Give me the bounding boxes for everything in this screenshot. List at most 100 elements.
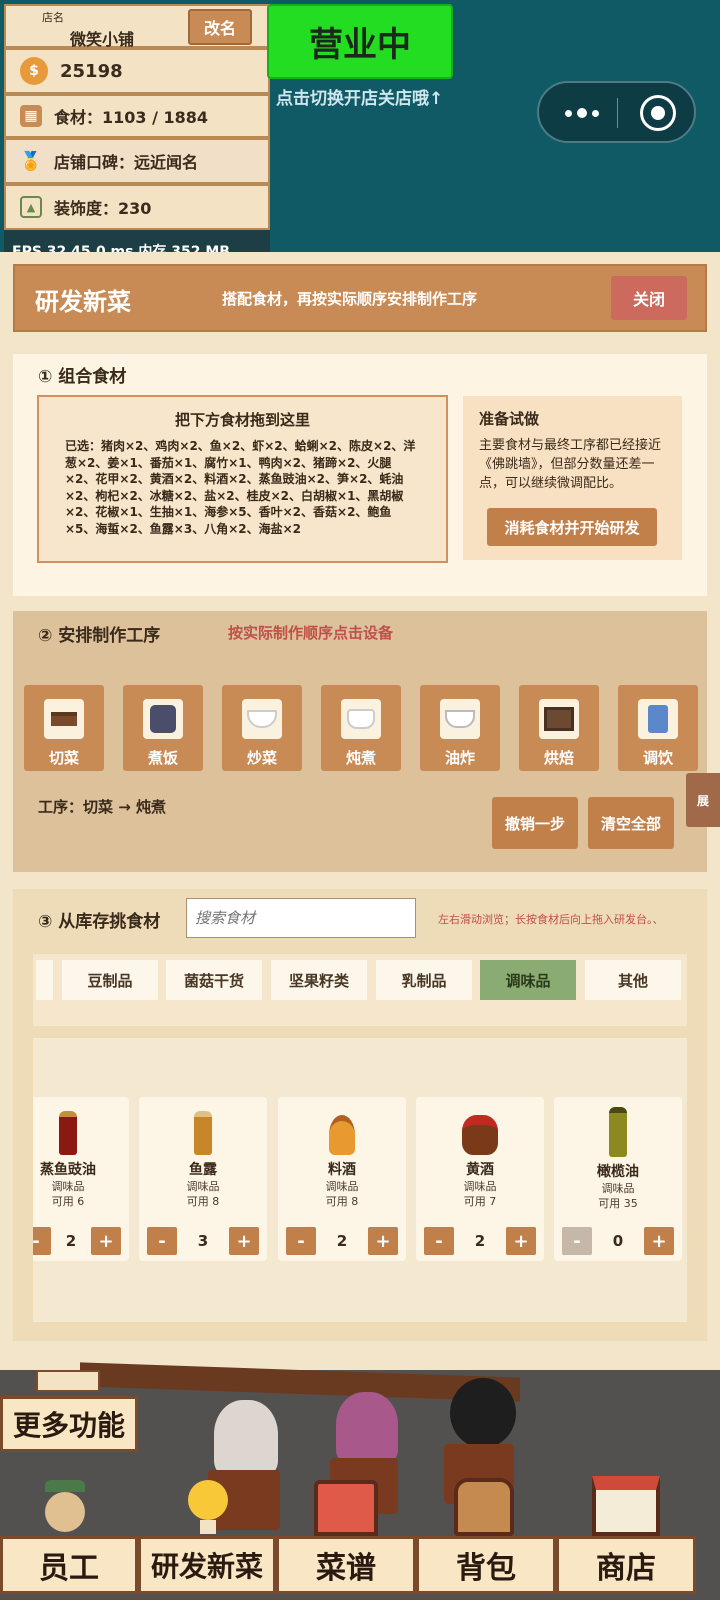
dialog-subtitle: 搭配食材，再按实际顺序安排制作工序: [222, 290, 478, 308]
nav-research[interactable]: 研发新菜: [138, 1536, 276, 1594]
quantity-value: 2: [65, 1232, 77, 1250]
ingredient-card-cooking-wine[interactable]: 料酒 调味品 可用 8 - 2 +: [278, 1097, 406, 1261]
picture-icon: ▲: [20, 196, 42, 218]
stew-pot-icon: [341, 699, 381, 739]
category-tab-dairy[interactable]: 乳制品: [376, 960, 472, 1000]
equipment-fry[interactable]: 油炸: [420, 685, 500, 771]
olive-oil-bottle-icon: [609, 1107, 627, 1157]
coins-value: 25198: [60, 60, 123, 82]
clear-all-button[interactable]: 清空全部: [588, 797, 674, 849]
category-tab-nuts[interactable]: 坚果籽类: [271, 960, 367, 1000]
equipment-label: 炒菜: [246, 749, 277, 767]
section3-heading: ③ 从库存挑食材: [38, 912, 161, 932]
basket-icon: ▦: [20, 105, 42, 127]
ingredient-card-fish-sauce[interactable]: 鱼露 调味品 可用 8 - 3 +: [139, 1097, 267, 1261]
equipment-bake[interactable]: 烘焙: [519, 685, 599, 771]
capsule-divider: [617, 98, 618, 128]
more-features-label: 更多功能: [12, 1409, 125, 1442]
minus-button[interactable]: -: [33, 1227, 51, 1255]
rename-button[interactable]: 改名: [188, 9, 252, 45]
category-tab-mushroom[interactable]: 菌菇干货: [166, 960, 262, 1000]
equipment-wok[interactable]: 炒菜: [222, 685, 302, 771]
section2-hint: 按实际制作顺序点击设备: [228, 624, 394, 642]
quantity-value: 0: [612, 1232, 624, 1250]
nav-backpack[interactable]: 背包: [416, 1536, 556, 1594]
scene-customer-1: [214, 1400, 278, 1476]
shop-icon: [592, 1476, 660, 1536]
search-input[interactable]: [186, 898, 416, 938]
category-tab-partial[interactable]: [36, 960, 53, 1000]
minus-button[interactable]: -: [147, 1227, 177, 1255]
coin-icon: $: [20, 57, 48, 85]
plus-button[interactable]: +: [91, 1227, 121, 1255]
scene-customer-2: [336, 1392, 398, 1464]
oven-icon: [539, 699, 579, 739]
ready-text: 主要食材与最终工序都已经接近《佛跳墙》，但部分数量还差一点，可以继续微调配比。: [479, 438, 662, 491]
ingredient-name: 鱼露: [189, 1162, 217, 1178]
equipment-label: 切菜: [48, 749, 79, 767]
backpack-icon: [454, 1478, 514, 1536]
ingredient-card-yellow-wine[interactable]: 黄酒 调味品 可用 7 - 2 +: [416, 1097, 544, 1261]
reputation-row: 🏅 店铺口碑：远近闻名: [4, 138, 270, 184]
ingredient-type: 调味品: [325, 1180, 359, 1193]
ready-panel: 准备试做 主要食材与最终工序都已经接近《佛跳墙》，但部分数量还差一点，可以继续微…: [463, 396, 682, 560]
lightbulb-icon: [186, 1480, 230, 1536]
ingredient-card-olive-oil[interactable]: 橄榄油 调味品 可用 35 - 0 +: [554, 1097, 682, 1261]
quantity-value: 2: [336, 1232, 348, 1250]
open-status-label: 营业中: [309, 25, 411, 65]
close-button[interactable]: 关闭: [611, 276, 687, 320]
fryer-icon: [440, 699, 480, 739]
ingredient-type: 调味品: [51, 1180, 85, 1193]
section1-heading: ① 组合食材: [38, 367, 127, 387]
equipment-stew[interactable]: 炖煮: [321, 685, 401, 771]
wine-jar-icon: [462, 1115, 498, 1155]
medal-icon: 🏅: [19, 150, 43, 172]
quantity-value: 3: [197, 1232, 209, 1250]
drink-machine-icon: [638, 699, 678, 739]
target-icon[interactable]: [640, 95, 676, 131]
ingredient-scroll-area[interactable]: 蒸鱼豉油 调味品 可用 6 - 2 + 鱼露 调味品 可用 8 - 3 + 料酒…: [33, 1038, 687, 1322]
start-research-button[interactable]: 消耗食材并开始研发: [487, 508, 657, 546]
equipment-rice[interactable]: 煮饭: [123, 685, 203, 771]
undo-button[interactable]: 撤销一步: [492, 797, 578, 849]
more-icon[interactable]: [557, 99, 607, 127]
category-tab-seasoning[interactable]: 调味品: [480, 960, 576, 1000]
soy-sauce-bottle-icon: [59, 1111, 77, 1155]
plus-button[interactable]: +: [506, 1227, 536, 1255]
section3-hint: 左右滑动浏览；长按食材后向上拖入研发台。、: [438, 913, 664, 926]
ingredients-value: 食材：1103 / 1884: [54, 108, 209, 127]
decoration-row: ▲ 装饰度：230: [4, 184, 270, 230]
side-tab-label: 展: [696, 793, 709, 808]
plus-button[interactable]: +: [368, 1227, 398, 1255]
equipment-drink[interactable]: 调饮: [618, 685, 698, 771]
ingredient-available: 可用 8: [186, 1195, 220, 1208]
fps-text: FPS 32 45.0 ms 内存 352 MB: [12, 244, 230, 252]
ingredient-card-soy-sauce[interactable]: 蒸鱼豉油 调味品 可用 6 - 2 +: [33, 1097, 129, 1261]
process-sequence: 工序：切菜 → 炖煮: [38, 798, 167, 816]
quantity-value: 2: [474, 1232, 486, 1250]
dialog-title-bar: 研发新菜 搭配食材，再按实际顺序安排制作工序 关闭: [13, 264, 707, 332]
side-expand-tab[interactable]: 展: [686, 773, 720, 827]
plus-button[interactable]: +: [229, 1227, 259, 1255]
ingredient-type: 调味品: [601, 1182, 635, 1195]
ingredient-type: 调味品: [186, 1180, 220, 1193]
rice-cooker-icon: [143, 699, 183, 739]
scene-customer-3: [450, 1378, 516, 1448]
ingredient-type: 调味品: [463, 1180, 497, 1193]
minus-button[interactable]: -: [424, 1227, 454, 1255]
minus-button[interactable]: -: [286, 1227, 316, 1255]
equipment-cutting[interactable]: 切菜: [24, 685, 104, 771]
category-tab-other[interactable]: 其他: [585, 960, 681, 1000]
fps-overlay: FPS 32 45.0 ms 内存 352 MB: [4, 230, 270, 252]
plus-button[interactable]: +: [644, 1227, 674, 1255]
minus-button[interactable]: -: [562, 1227, 592, 1255]
category-tab-tofu[interactable]: 豆制品: [62, 960, 158, 1000]
ingredient-drop-zone[interactable]: 把下方食材拖到这里 已选：猪肉×2、鸡肉×2、鱼×2、虾×2、蛤蜊×2、陈皮×2…: [37, 395, 448, 563]
nav-recipes[interactable]: 菜谱: [276, 1536, 416, 1594]
open-status-button[interactable]: 营业中: [267, 4, 453, 79]
nav-shop[interactable]: 商店: [556, 1536, 696, 1594]
more-features-button[interactable]: 更多功能: [0, 1396, 138, 1452]
nav-staff[interactable]: 员工: [0, 1536, 138, 1594]
nav-right-edge: [696, 1536, 720, 1594]
cooking-wine-bottle-icon: [329, 1115, 355, 1155]
